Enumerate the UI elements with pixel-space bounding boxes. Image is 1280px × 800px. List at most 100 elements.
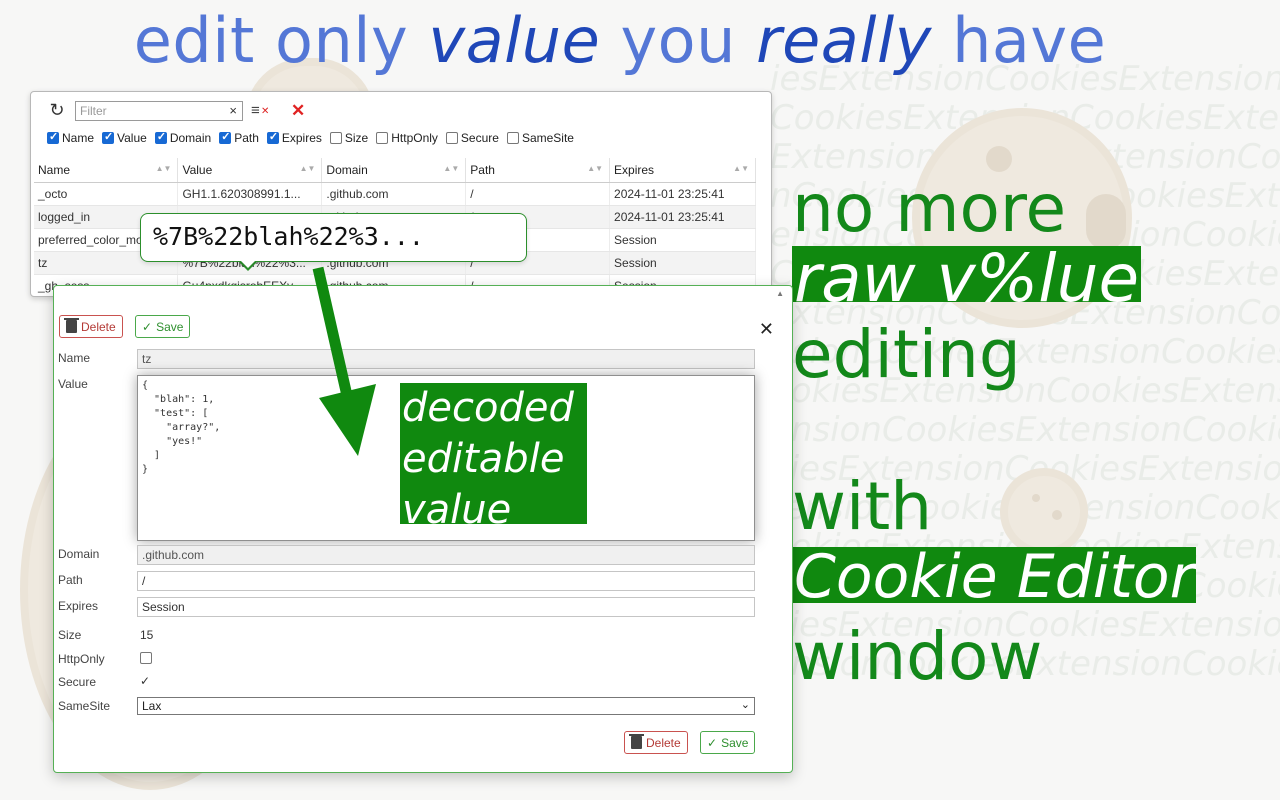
close-icon[interactable]: ✕ <box>759 319 774 340</box>
headline-text: edit only <box>133 4 429 77</box>
column-toggle-path[interactable]: Path <box>219 130 259 145</box>
httponly-checkbox[interactable] <box>140 652 152 664</box>
delete-button-bottom[interactable]: Delete <box>624 731 688 754</box>
pitch-highlight: raw v%lue <box>792 246 1142 302</box>
delete-all-icon[interactable]: ✕ <box>291 101 305 121</box>
cookie-list-window: ↻ Filter × ≡✕ ✕ Name Value Domain Path Expir… <box>30 91 772 297</box>
headline-text: you <box>600 4 757 77</box>
httponly-label: HttpOnly <box>58 652 105 666</box>
cookie-editor-window: ▲ Delete ✓ Save ✕ Name tz Value { "blah"… <box>53 285 793 773</box>
name-label: Name <box>58 351 91 365</box>
trash-icon <box>629 734 644 749</box>
column-header-domain[interactable]: Domain ▲▼ <box>321 158 467 183</box>
bubble-tail <box>240 260 256 268</box>
column-toggle-label: Secure <box>460 131 499 145</box>
watermark-line: ensionCookiesExtensionCookiesExten <box>770 410 1280 450</box>
column-toggles: Name Value Domain Path Expires Size HttpOnly Se… <box>47 130 574 145</box>
pitch-line: no more <box>792 170 1067 247</box>
chevron-down-icon: ⌄ <box>740 699 750 711</box>
table-cell: 2024-11-01 23:25:41 <box>609 182 756 206</box>
column-toggle-expires[interactable]: Expires <box>266 130 322 145</box>
checkbox[interactable] <box>266 130 279 144</box>
name-field[interactable]: tz <box>137 349 755 369</box>
sort-icon[interactable]: ▲▼ <box>733 164 749 173</box>
secure-value: ✓ <box>140 674 151 688</box>
check-icon: ✓ <box>142 319 153 334</box>
secure-label: Secure <box>58 675 97 689</box>
column-toggle-httponly[interactable]: HttpOnly <box>376 131 438 145</box>
table-row[interactable]: _octo GH1.1.620308991.1... .github.com/202… <box>34 182 756 206</box>
refresh-icon[interactable]: ↻ <box>47 100 67 121</box>
column-toggle-samesite[interactable]: SameSite <box>506 131 574 145</box>
checkbox[interactable] <box>47 130 59 144</box>
value-label: Value <box>58 377 88 391</box>
delete-button[interactable]: Delete <box>59 315 123 338</box>
headline-text: have <box>931 4 1107 77</box>
column-toggle-label: Expires <box>281 131 322 145</box>
table-cell: _octo <box>34 182 179 206</box>
column-header-name[interactable]: Name ▲▼ <box>34 158 179 183</box>
delete-label: Delete <box>81 319 116 334</box>
checkbox[interactable] <box>329 132 342 144</box>
cookie-decoration <box>1000 468 1088 556</box>
checkbox[interactable] <box>376 132 389 144</box>
sort-icon[interactable]: ▲▼ <box>443 164 459 173</box>
column-toggle-secure[interactable]: Secure <box>445 131 499 145</box>
checkbox[interactable] <box>154 130 167 144</box>
expires-label: Expires <box>58 599 99 613</box>
decoded-label: decoded editable value <box>400 383 587 524</box>
expires-field[interactable]: Session <box>137 597 755 617</box>
column-toggle-name[interactable]: Name <box>47 130 95 145</box>
table-cell: Session <box>609 228 756 252</box>
checkbox[interactable] <box>219 130 232 144</box>
table-cell: 2024-11-01 23:25:41 <box>609 205 756 229</box>
headline: edit only value you really have <box>0 4 1240 77</box>
column-header-value[interactable]: Value ▲▼ <box>177 158 323 183</box>
sort-icon[interactable]: ▲▼ <box>156 164 172 173</box>
column-header-label: Domain <box>326 162 368 177</box>
filter-input[interactable]: Filter × <box>75 100 243 121</box>
size-label: Size <box>58 628 82 642</box>
checkbox[interactable] <box>506 132 519 144</box>
size-value: 15 <box>140 628 154 642</box>
column-toggle-value[interactable]: Value <box>102 130 147 145</box>
column-toggle-domain[interactable]: Domain <box>154 130 212 145</box>
trash-icon <box>64 318 79 333</box>
column-toggle-label: Value <box>117 131 147 145</box>
column-header-expires[interactable]: Expires ▲▼ <box>609 158 756 183</box>
pitch-highlight: Cookie Editor <box>792 547 1197 603</box>
column-toggle-label: Domain <box>169 131 212 145</box>
list-toolbar: ↻ Filter × ≡ ✕ ✕ <box>47 100 305 121</box>
raw-value-bubble: %7B%22blah%22%3... <box>140 213 527 262</box>
column-header-label: Path <box>470 162 495 177</box>
sort-icon[interactable]: ▲▼ <box>587 164 603 173</box>
headline-emphasis: really <box>756 4 932 77</box>
save-button[interactable]: ✓ Save <box>135 315 191 338</box>
column-header-label: Name <box>38 162 71 177</box>
sort-icon[interactable]: ▲▼ <box>300 164 316 173</box>
path-field[interactable]: / <box>137 571 755 591</box>
samesite-value: Lax <box>142 699 162 713</box>
column-toggle-label: Name <box>62 131 95 145</box>
column-toggle-size[interactable]: Size <box>329 131 369 145</box>
domain-label: Domain <box>58 547 100 561</box>
column-header-path[interactable]: Path ▲▼ <box>465 158 611 183</box>
samesite-label: SameSite <box>58 699 111 713</box>
checkbox[interactable] <box>102 130 115 144</box>
save-label: Save <box>721 735 749 750</box>
pitch-line: editing <box>792 316 1021 393</box>
filter-placeholder: Filter <box>80 103 107 118</box>
clear-filter-icon[interactable]: ≡ ✕ <box>251 102 273 119</box>
pitch-line: with <box>792 468 933 545</box>
table-cell: Session <box>609 251 756 275</box>
column-header-label: Value <box>182 162 213 177</box>
domain-field[interactable]: .github.com <box>137 545 755 565</box>
column-header-label: Expires <box>614 162 655 177</box>
save-button-bottom[interactable]: ✓ Save <box>700 731 756 754</box>
table-cell: .github.com <box>321 182 467 206</box>
column-toggle-label: Size <box>344 131 369 145</box>
samesite-select[interactable]: Lax ⌄ <box>137 697 755 715</box>
clear-input-icon[interactable]: × <box>229 103 237 118</box>
scroll-up-icon[interactable]: ▲ <box>776 289 784 298</box>
checkbox[interactable] <box>445 132 458 144</box>
